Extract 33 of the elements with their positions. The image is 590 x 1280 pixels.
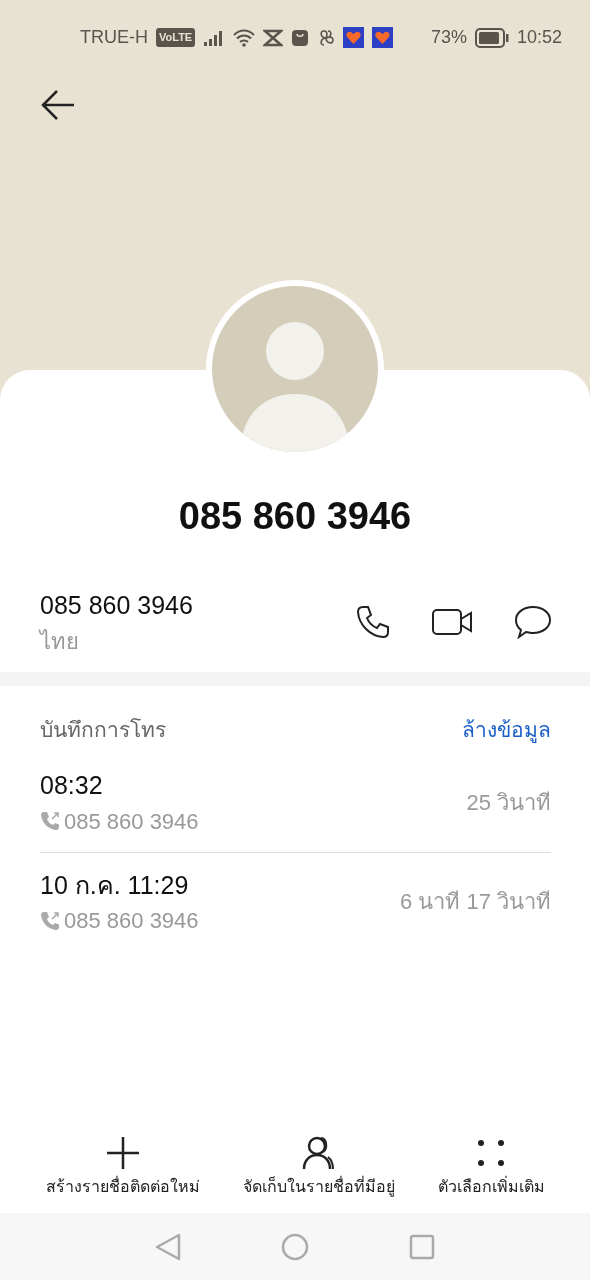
add-icon — [104, 1135, 141, 1171]
message-icon[interactable] — [514, 605, 552, 640]
outgoing-call-icon — [40, 910, 60, 931]
phone-icon[interactable] — [356, 605, 390, 640]
call-number: 085 860 3946 — [64, 907, 199, 935]
action-button[interactable]: จัดเก็บในรายชื่อที่มีอยู่ — [242, 1135, 395, 1199]
clear-link[interactable]: ล้างข้อมูล — [462, 713, 551, 745]
action-button[interactable]: ตัวเลือกเพิ่มเติม — [437, 1135, 545, 1199]
phone-number: 085 860 3946 — [40, 590, 193, 621]
video-call-icon[interactable] — [432, 608, 472, 637]
clock: 10:52 — [516, 26, 562, 49]
wifi-icon — [233, 28, 256, 47]
contacts-icon — [300, 1135, 337, 1171]
shopping-app-icon — [372, 27, 394, 48]
call-number: 085 860 3946 — [64, 807, 199, 836]
network-badge: VoLTE — [156, 28, 196, 47]
section-title: บันทึกการโทร — [40, 716, 166, 743]
region-label: ไทย — [40, 627, 80, 656]
call-time: 08:32 — [40, 770, 104, 801]
carrier-label: TRUE-H — [80, 26, 148, 49]
call-time: 10 ก.ค. 11:29 — [40, 869, 190, 901]
shopping-app-icon — [343, 27, 365, 48]
call-duration: 6 นาที 17 วินาที — [399, 888, 551, 917]
call-duration: 25 วินาที — [466, 788, 551, 817]
contact-title: 085 860 3946 — [178, 494, 412, 539]
app-icon — [263, 28, 284, 47]
action-button[interactable]: สร้างรายชื่อติดต่อใหม่ — [45, 1135, 200, 1199]
battery-percent: 73% — [430, 26, 467, 49]
fan-icon — [317, 28, 336, 47]
bag-icon — [291, 28, 310, 47]
back-icon[interactable] — [40, 89, 76, 121]
outgoing-call-icon — [40, 811, 60, 831]
battery-icon — [474, 27, 509, 48]
